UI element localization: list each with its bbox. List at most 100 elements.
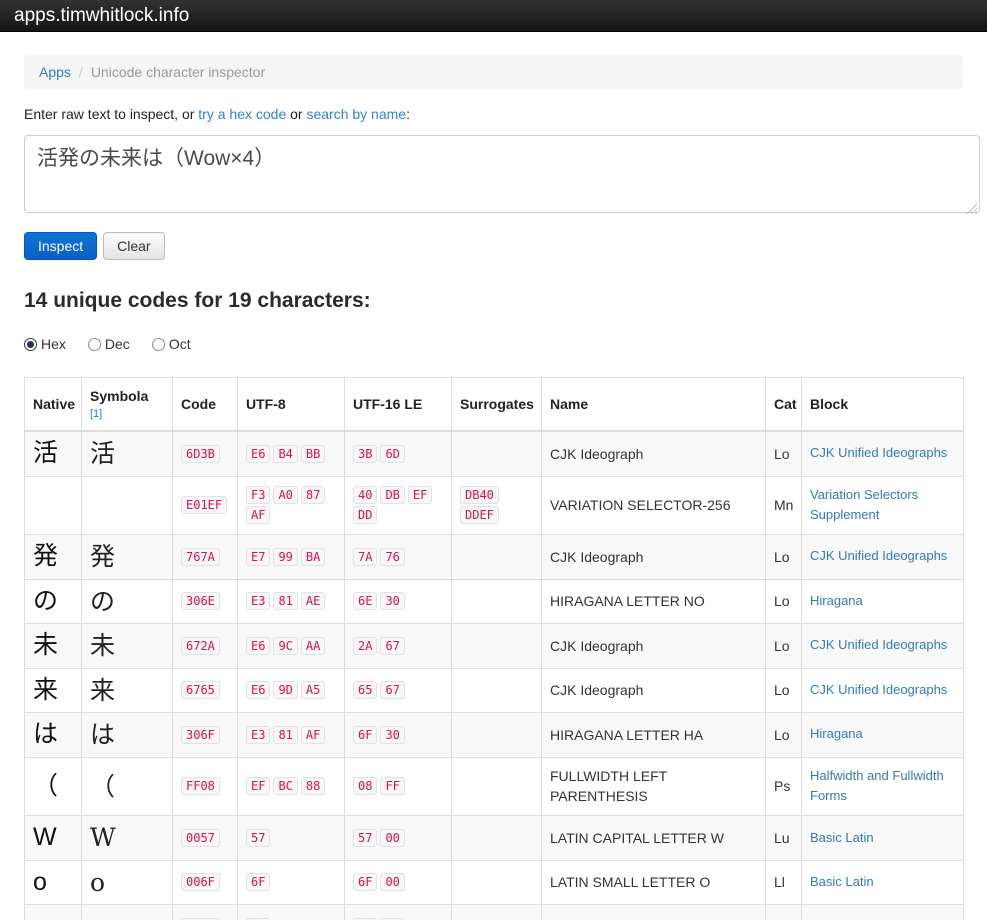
hex-badge: E6 bbox=[246, 445, 270, 463]
block-link[interactable]: CJK Unified Ideographs bbox=[810, 445, 947, 460]
intro-text: Enter raw text to inspect, or try a hex … bbox=[24, 106, 963, 122]
header-block: Block bbox=[802, 378, 964, 432]
utf16-cell: 7700 bbox=[345, 905, 452, 920]
breadcrumb-separator: / bbox=[79, 64, 83, 80]
hex-badge: A5 bbox=[301, 681, 325, 699]
clear-button[interactable]: Clear bbox=[103, 232, 164, 260]
native-char: W bbox=[25, 816, 82, 861]
block-link[interactable]: Variation Selectors Supplement bbox=[810, 487, 918, 523]
code-cell: 6765 bbox=[173, 668, 238, 713]
native-char: 活 bbox=[25, 431, 82, 476]
name-cell: LATIN SMALL LETTER W bbox=[542, 905, 766, 920]
utf16-cell: 5700 bbox=[345, 816, 452, 861]
table-row: の の 306E E381AE 6E30 HIRAGANA LETTER NO … bbox=[25, 579, 964, 624]
block-link[interactable]: Halfwidth and Fullwidth Forms bbox=[810, 768, 944, 804]
hex-badge: 6D bbox=[380, 445, 404, 463]
radio-hex[interactable]: Hex bbox=[24, 336, 66, 352]
hex-badge: 6765 bbox=[181, 681, 220, 699]
hex-badge: 6E bbox=[353, 592, 377, 610]
block-link[interactable]: CJK Unified Ideographs bbox=[810, 548, 947, 563]
hex-badge: 81 bbox=[273, 592, 297, 610]
hex-badge: 81 bbox=[273, 726, 297, 744]
block-link[interactable]: CJK Unified Ideographs bbox=[810, 637, 947, 652]
utf8-cell: E799BA bbox=[238, 535, 345, 580]
code-cell: 6D3B bbox=[173, 431, 238, 476]
category-cell: Mn bbox=[766, 476, 802, 535]
table-row: 発 発 767A E799BA 7A76 CJK Ideograph Lo CJ… bbox=[25, 535, 964, 580]
name-cell: CJK Ideograph bbox=[542, 535, 766, 580]
name-cell: HIRAGANA LETTER NO bbox=[542, 579, 766, 624]
block-link[interactable]: Basic Latin bbox=[810, 874, 874, 889]
hex-badge: AF bbox=[301, 726, 325, 744]
name-cell: LATIN SMALL LETTER O bbox=[542, 860, 766, 905]
surrogates-cell bbox=[452, 668, 542, 713]
surrogates-cell bbox=[452, 535, 542, 580]
hex-badge: 76 bbox=[380, 548, 404, 566]
header-native: Native bbox=[25, 378, 82, 432]
hex-badge: 00 bbox=[380, 829, 404, 847]
block-cell: Hiragana bbox=[802, 579, 964, 624]
utf8-cell: E381AE bbox=[238, 579, 345, 624]
hex-badge: 2A bbox=[353, 637, 377, 655]
utf8-cell: F3A087AF bbox=[238, 476, 345, 535]
symbola-char: 未 bbox=[82, 624, 173, 669]
table-row: o o 006F 6F 6F00 LATIN SMALL LETTER O Ll… bbox=[25, 860, 964, 905]
hex-badge: E01EF bbox=[181, 496, 227, 514]
native-char: w bbox=[25, 905, 82, 920]
code-cell: 006F bbox=[173, 860, 238, 905]
block-cell: CJK Unified Ideographs bbox=[802, 431, 964, 476]
hex-badge: 6F bbox=[353, 873, 377, 891]
radio-oct-icon[interactable] bbox=[152, 338, 165, 351]
table-row: 未 未 672A E69CAA 2A67 CJK Ideograph Lo CJ… bbox=[25, 624, 964, 669]
code-cell: 306E bbox=[173, 579, 238, 624]
block-link[interactable]: Hiragana bbox=[810, 726, 863, 741]
block-link[interactable]: CJK Unified Ideographs bbox=[810, 682, 947, 697]
table-row: E01EF F3A087AF 40DBEFDD DB40DDEF VARIATI… bbox=[25, 476, 964, 535]
hex-badge: 57 bbox=[246, 829, 270, 847]
breadcrumb-apps-link[interactable]: Apps bbox=[39, 64, 71, 80]
name-cell: FULLWIDTH LEFT PARENTHESIS bbox=[542, 757, 766, 816]
radio-dec[interactable]: Dec bbox=[88, 336, 130, 352]
hex-badge: 9C bbox=[273, 637, 297, 655]
block-link[interactable]: Hiragana bbox=[810, 593, 863, 608]
category-cell: Lo bbox=[766, 668, 802, 713]
site-brand-link[interactable]: apps.timwhitlock.info bbox=[0, 5, 203, 27]
native-char: 未 bbox=[25, 624, 82, 669]
category-cell: Lo bbox=[766, 579, 802, 624]
block-cell: Variation Selectors Supplement bbox=[802, 476, 964, 535]
utf8-cell: E69DA5 bbox=[238, 668, 345, 713]
code-cell: FF08 bbox=[173, 757, 238, 816]
symbola-footnote-link[interactable]: [1] bbox=[90, 408, 102, 420]
radio-dec-icon[interactable] bbox=[88, 338, 101, 351]
category-cell: Ll bbox=[766, 905, 802, 920]
native-char: の bbox=[25, 579, 82, 624]
raw-text-input[interactable]: 活発の未来は（Wow×4） bbox=[24, 135, 980, 213]
symbola-char: 発 bbox=[82, 535, 173, 580]
native-char bbox=[25, 476, 82, 535]
hex-badge: 767A bbox=[181, 548, 220, 566]
utf8-cell: E69CAA bbox=[238, 624, 345, 669]
header-symbola: Symbola [1] bbox=[82, 378, 173, 432]
surrogates-cell bbox=[452, 431, 542, 476]
hex-code-link[interactable]: try a hex code bbox=[198, 106, 286, 122]
block-link[interactable]: Basic Latin bbox=[810, 830, 874, 845]
hex-badge: BC bbox=[273, 777, 297, 795]
symbola-char: 活 bbox=[82, 431, 173, 476]
radio-oct[interactable]: Oct bbox=[152, 336, 191, 352]
category-cell: Lo bbox=[766, 713, 802, 758]
name-cell: CJK Ideograph bbox=[542, 431, 766, 476]
utf16-cell: 40DBEFDD bbox=[345, 476, 452, 535]
symbola-char: は bbox=[82, 713, 173, 758]
table-row: 活 活 6D3B E6B4BB 3B6D CJK Ideograph Lo CJ… bbox=[25, 431, 964, 476]
header-name: Name bbox=[542, 378, 766, 432]
utf16-cell: 6F30 bbox=[345, 713, 452, 758]
native-char: o bbox=[25, 860, 82, 905]
search-by-name-link[interactable]: search by name bbox=[306, 106, 406, 122]
inspect-button[interactable]: Inspect bbox=[24, 232, 97, 260]
radio-hex-icon[interactable] bbox=[24, 338, 37, 351]
code-cell: 0077 bbox=[173, 905, 238, 920]
hex-badge: 3B bbox=[353, 445, 377, 463]
page-container: Apps / Unicode character inspector Enter… bbox=[24, 55, 963, 920]
hex-badge: A0 bbox=[273, 486, 297, 504]
utf8-cell: 77 bbox=[238, 905, 345, 920]
